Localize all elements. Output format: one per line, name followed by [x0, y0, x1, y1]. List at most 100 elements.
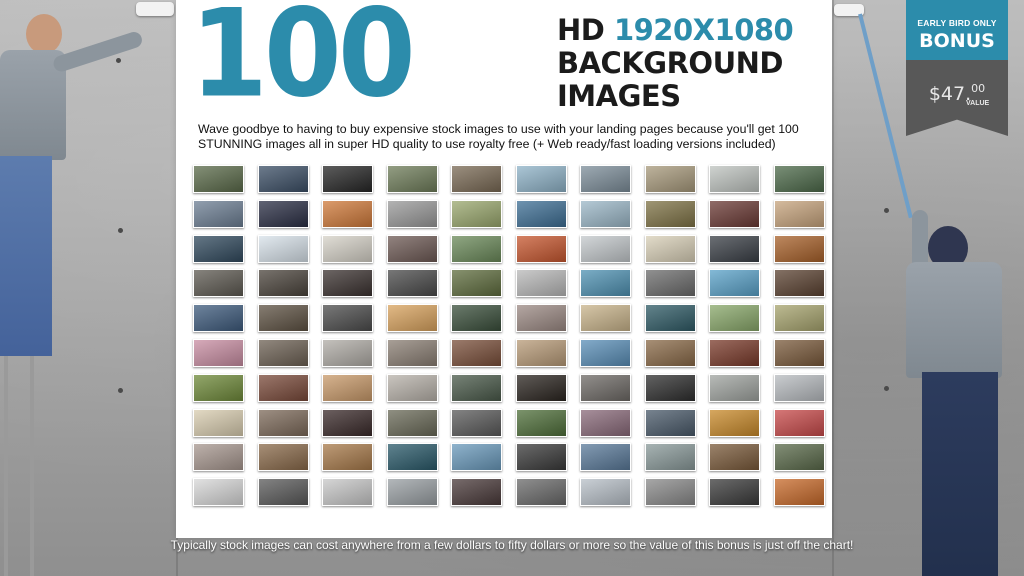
thumbnail-image [644, 338, 696, 367]
thumbnail-image [193, 199, 244, 228]
thumbnail-image [257, 165, 309, 193]
thumbnail-image [451, 373, 502, 402]
thumbnail-image [644, 269, 696, 298]
thumbnail-image [580, 304, 631, 333]
headline-line3: IMAGES [557, 79, 681, 113]
thumbnail-image [515, 165, 567, 193]
thumbnail-image [386, 304, 438, 333]
painter-head [26, 14, 62, 54]
thumbnail-image [515, 199, 567, 228]
thumbnail-image [322, 478, 373, 507]
thumbnail-image [580, 373, 631, 402]
thumbnail-image [257, 304, 309, 333]
thumbnail-image [193, 443, 244, 472]
headline-resolution: 1920X1080 [613, 13, 794, 47]
thumbnail-image [580, 478, 631, 507]
headline-prefix: HD [557, 13, 614, 47]
thumbnail-image [451, 408, 502, 437]
wall-bolt [884, 208, 889, 213]
thumbnail-image [773, 338, 825, 367]
wall-bolt [118, 388, 123, 393]
thumbnail-grid [193, 165, 825, 507]
thumbnail-image [322, 373, 373, 402]
thumbnail-image [709, 338, 760, 367]
thumbnail-image [644, 234, 696, 263]
thumbnail-image [773, 269, 825, 298]
paint-roller [136, 2, 174, 16]
wall-bolt [116, 58, 121, 63]
thumbnail-image [386, 408, 438, 437]
thumbnail-image [257, 269, 309, 298]
thumbnail-image [257, 234, 309, 263]
thumbnail-image [515, 373, 567, 402]
thumbnail-image [709, 373, 760, 402]
thumbnail-image [644, 199, 696, 228]
thumbnail-image [386, 234, 438, 263]
thumbnail-image [709, 408, 760, 437]
thumbnail-image [451, 165, 502, 193]
thumbnail-image [644, 373, 696, 402]
badge-price-main: $47. [928, 83, 972, 105]
thumbnail-image [257, 443, 309, 472]
thumbnail-image [386, 373, 438, 402]
thumbnail-image [644, 478, 696, 507]
thumbnail-image [193, 165, 244, 193]
thumbnail-image [580, 234, 631, 263]
thumbnail-image [451, 199, 502, 228]
painter-jeans [0, 156, 52, 356]
thumbnail-image [580, 443, 631, 472]
wall-seam [832, 0, 834, 576]
thumbnail-image [193, 234, 244, 263]
thumbnail-image [322, 165, 373, 193]
thumbnail-image [644, 443, 696, 472]
thumbnail-image [257, 338, 309, 367]
thumbnail-image [193, 269, 244, 298]
thumbnail-image [773, 199, 825, 228]
thumbnail-image [709, 269, 760, 298]
thumbnail-image [322, 408, 373, 437]
thumbnail-image [644, 165, 696, 193]
thumbnail-image [773, 373, 825, 402]
thumbnail-image [515, 478, 567, 507]
thumbnail-image [193, 338, 244, 367]
thumbnail-image [322, 338, 373, 367]
thumbnail-image [451, 304, 502, 333]
badge-price: $47.00 [906, 82, 1008, 105]
thumbnail-image [322, 269, 373, 298]
thumbnail-image [386, 269, 438, 298]
footer-text: Typically stock images can cost anywhere… [170, 538, 854, 552]
badge-price-cents: 00 [971, 82, 986, 95]
intro-text: Wave goodbye to having to buy expensive … [198, 122, 799, 151]
thumbnail-image [515, 443, 567, 472]
thumbnail-image [773, 234, 825, 263]
thumbnail-image [580, 408, 631, 437]
thumbnail-image [773, 443, 825, 472]
thumbnail-image [709, 443, 760, 472]
hero-number: 100 [190, 0, 416, 125]
thumbnail-image [257, 373, 309, 402]
thumbnail-image [451, 269, 502, 298]
thumbnail-image [773, 478, 825, 507]
thumbnail-image [193, 478, 244, 507]
thumbnail-image [322, 199, 373, 228]
thumbnail-image [709, 304, 760, 333]
thumbnail-image [193, 408, 244, 437]
painter-arm [912, 210, 928, 270]
thumbnail-image [515, 234, 567, 263]
thumbnail-image [451, 478, 502, 507]
thumbnail-image [257, 199, 309, 228]
wall-bolt [118, 228, 123, 233]
thumbnail-image [515, 338, 567, 367]
thumbnail-image [515, 408, 567, 437]
wall-bolt [884, 386, 889, 391]
thumbnail-image [709, 234, 760, 263]
badge-early-bird: EARLY BIRD ONLY [917, 18, 997, 28]
hero-headline: HD 1920X1080 BACKGROUND IMAGES [557, 13, 794, 113]
thumbnail-image [386, 443, 438, 472]
thumbnail-image [386, 199, 438, 228]
thumbnail-image [580, 269, 631, 298]
thumbnail-image [515, 304, 567, 333]
thumbnail-image [322, 443, 373, 472]
thumbnail-image [709, 165, 760, 193]
thumbnail-image [451, 338, 502, 367]
